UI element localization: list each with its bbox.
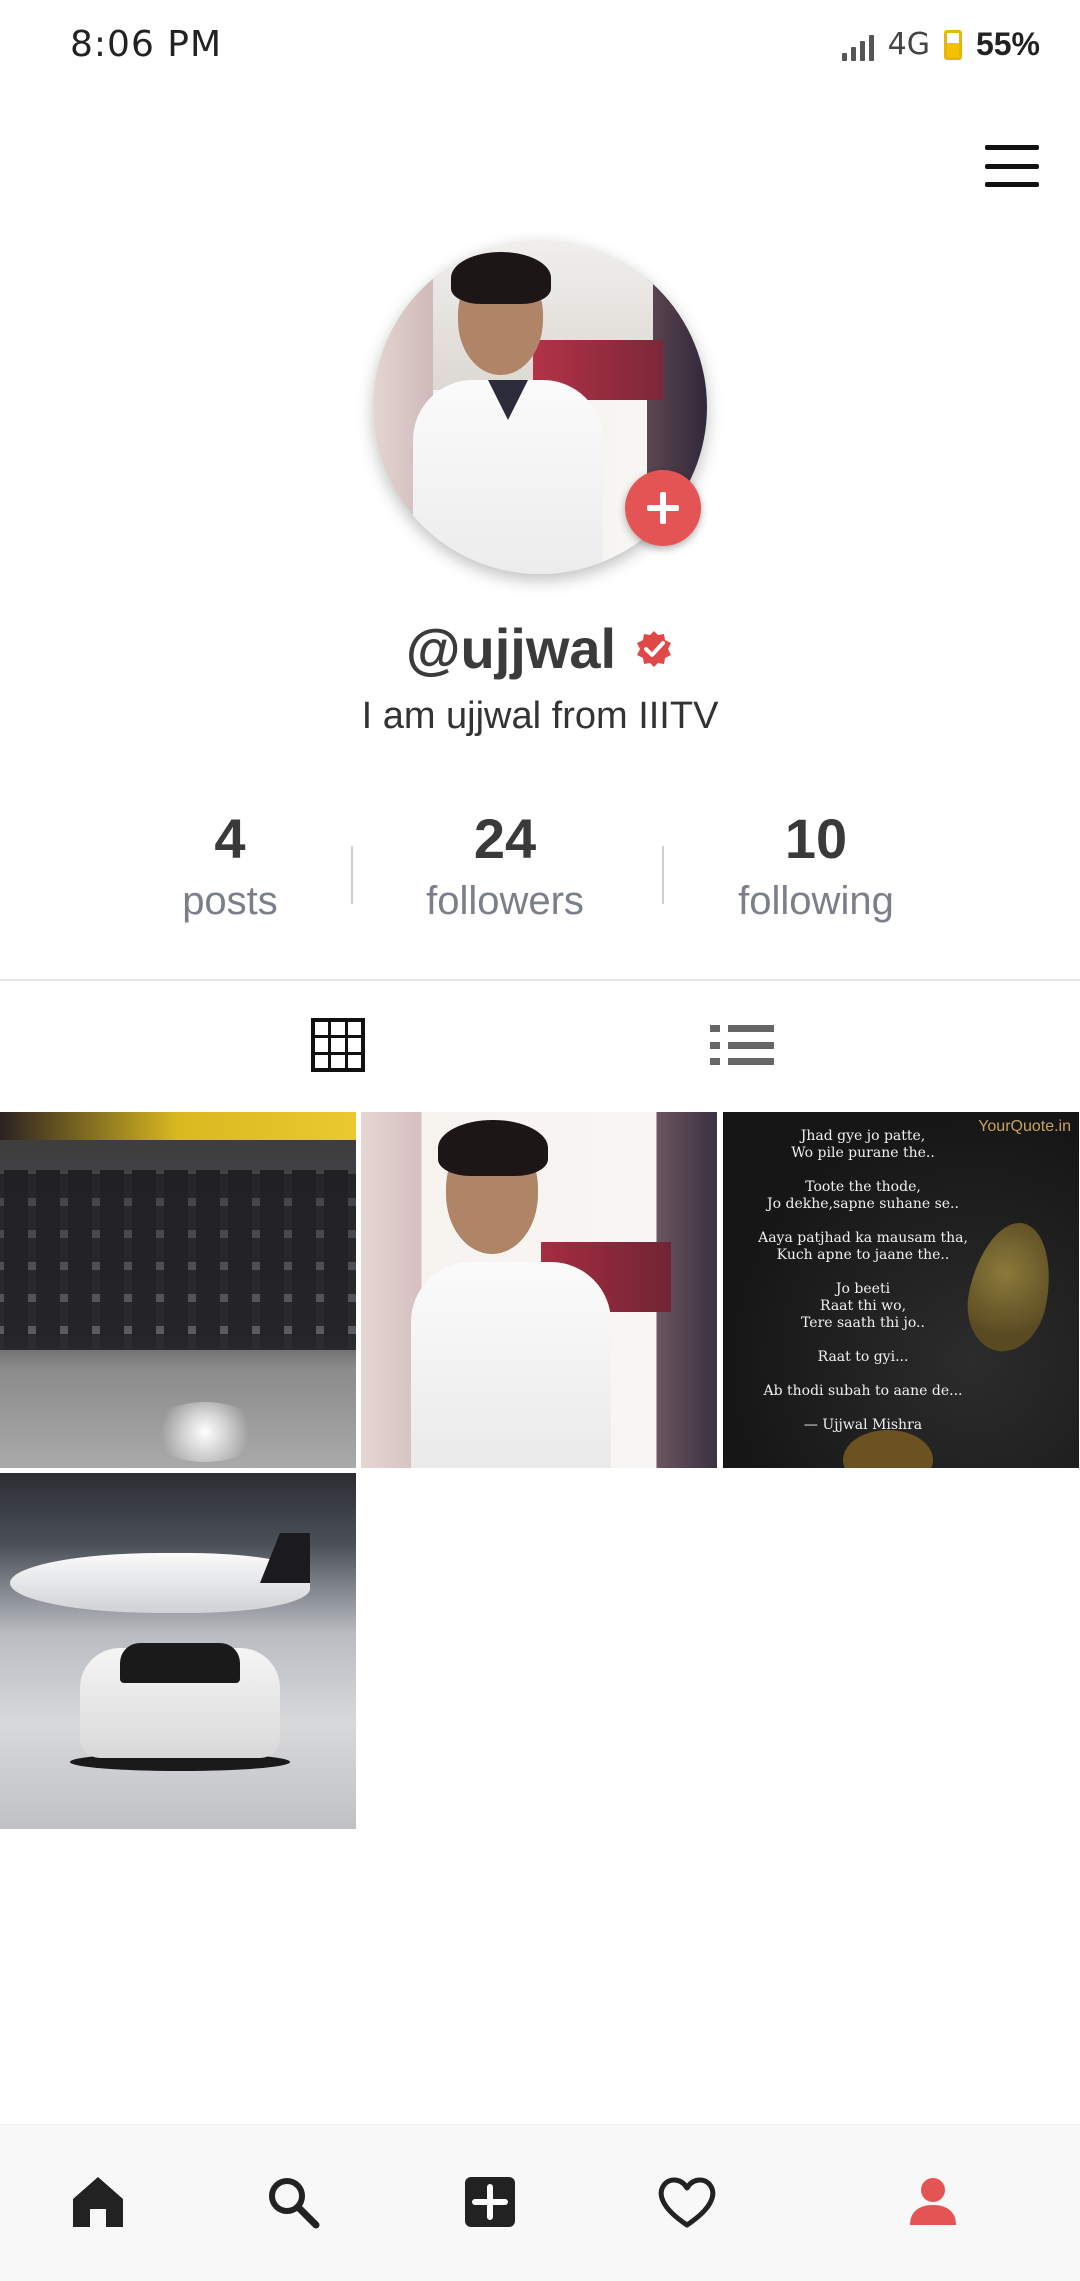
home-icon (73, 2177, 123, 2227)
nav-activity[interactable] (652, 2167, 722, 2237)
keyboard-photo-keys (0, 1170, 356, 1350)
stat-label: following (738, 879, 894, 923)
signal-icon (841, 29, 874, 61)
stat-divider (662, 846, 664, 904)
post-thumbnail-car[interactable] (0, 1473, 356, 1829)
quote-leaf-small (843, 1430, 933, 1468)
verified-icon (637, 630, 672, 667)
list-icon (710, 1025, 774, 1065)
stat-value: 10 (784, 807, 848, 870)
quote-text: Jhad gye jo patte, Wo pile purane the.. … (758, 1128, 968, 1433)
tab-grid[interactable] (298, 1010, 378, 1080)
search-icon (269, 2178, 320, 2229)
nav-home[interactable] (63, 2167, 133, 2237)
nav-profile[interactable] (898, 2167, 968, 2237)
battery-icon (943, 29, 962, 60)
status-time: 8:06 PM (70, 24, 223, 65)
menu-line (985, 182, 1039, 187)
stat-posts[interactable]: 4 posts (100, 806, 360, 930)
menu-line (985, 163, 1039, 169)
stat-followers[interactable]: 24 followers (375, 806, 635, 930)
menu-button[interactable] (985, 145, 1039, 187)
stats-row: 4 posts 24 followers 10 following (0, 806, 1080, 946)
bio: I am ujjwal from IIITV (361, 695, 719, 737)
profile-icon (910, 2178, 956, 2225)
add-story-button[interactable] (625, 470, 701, 546)
stat-divider (351, 846, 353, 904)
tab-list[interactable] (702, 1010, 782, 1080)
avatar-hair (451, 252, 551, 304)
car-photo-jet (10, 1553, 310, 1613)
stat-label: posts (182, 879, 278, 923)
status-indicators: 4G 55% (841, 26, 1040, 63)
stat-value: 4 (214, 807, 246, 870)
stat-value: 24 (473, 807, 537, 870)
post-thumbnail-keyboard[interactable] (0, 1112, 356, 1468)
post-thumbnail-quote[interactable]: YourQuote.in Jhad gye jo patte, Wo pile … (723, 1112, 1079, 1468)
bottom-nav (0, 2124, 1080, 2281)
post-thumbnail-selfie[interactable] (361, 1112, 717, 1468)
network-label: 4G (887, 27, 930, 62)
menu-line (985, 145, 1039, 150)
nav-add-post[interactable] (455, 2167, 525, 2237)
avatar-container (373, 240, 707, 574)
grid-icon (311, 1018, 365, 1072)
section-divider (0, 979, 1080, 981)
selfie-hair (438, 1120, 548, 1176)
username: @ujjwal (405, 617, 617, 680)
battery-label: 55% (975, 26, 1040, 62)
car-photo-window (120, 1643, 240, 1683)
keyboard-photo-glare (150, 1402, 260, 1462)
nav-search[interactable] (258, 2167, 328, 2237)
stat-following[interactable]: 10 following (686, 806, 946, 930)
selfie-body (411, 1262, 611, 1468)
username-row: @ujjwal (0, 616, 1080, 681)
heart-icon (658, 2177, 716, 2228)
stat-label: followers (426, 879, 584, 923)
keyboard-photo-screen (0, 1112, 356, 1140)
status-bar: 8:06 PM 4G 55% (0, 0, 1080, 90)
add-post-icon (465, 2177, 515, 2227)
